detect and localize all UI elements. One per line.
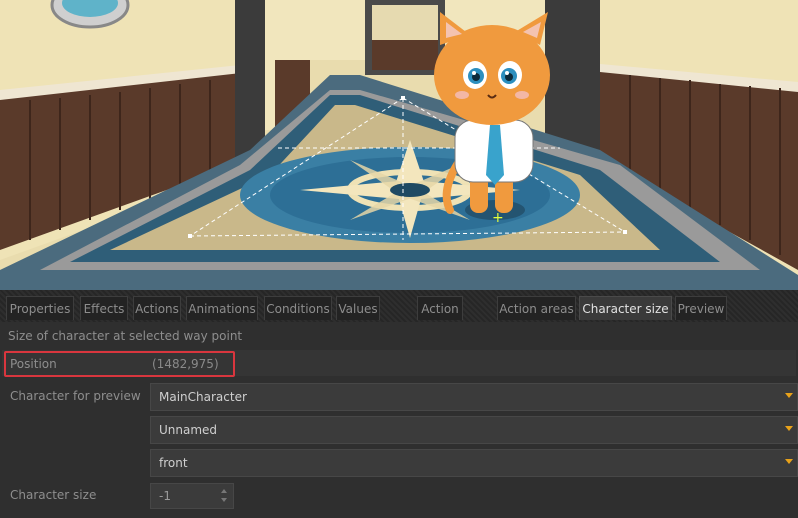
character-size-label: Character size — [10, 488, 97, 502]
hallway-scene: + — [0, 0, 798, 290]
tab-character-size[interactable]: Character size — [579, 296, 672, 320]
outfit-value: Unnamed — [159, 423, 218, 437]
tab-bar: Properties Effects Actions Animations Co… — [0, 290, 798, 322]
direction-value: front — [159, 456, 188, 470]
tab-action-areas[interactable]: Action areas — [497, 296, 576, 320]
scene-viewport[interactable]: + — [0, 0, 798, 290]
tab-properties[interactable]: Properties — [6, 296, 74, 320]
tab-conditions[interactable]: Conditions — [264, 296, 332, 320]
tab-animations[interactable]: Animations — [186, 296, 258, 320]
tab-preview[interactable]: Preview — [675, 296, 727, 320]
character-preview-dropdown[interactable]: MainCharacter — [150, 383, 798, 411]
direction-dropdown[interactable]: front — [150, 449, 798, 477]
chevron-down-icon — [785, 426, 793, 431]
chevron-down-icon — [785, 459, 793, 464]
character-size-spinbox[interactable]: -1 — [150, 483, 234, 509]
tab-action[interactable]: Action — [417, 296, 463, 320]
highlight-box — [4, 351, 235, 377]
spin-up-icon[interactable] — [221, 489, 227, 493]
character-preview-label: Character for preview — [10, 389, 141, 403]
outfit-dropdown[interactable]: Unnamed — [150, 416, 798, 444]
tab-values[interactable]: Values — [336, 296, 380, 320]
tab-actions[interactable]: Actions — [133, 296, 181, 320]
tab-effects[interactable]: Effects — [80, 296, 128, 320]
character-preview-value: MainCharacter — [159, 390, 247, 404]
svg-text:+: + — [492, 210, 504, 226]
chevron-down-icon — [785, 393, 793, 398]
panel-description: Size of character at selected way point — [8, 329, 243, 343]
character-size-panel: Size of character at selected way point … — [0, 322, 798, 518]
spin-down-icon[interactable] — [221, 498, 227, 502]
character-size-value: -1 — [159, 489, 171, 503]
